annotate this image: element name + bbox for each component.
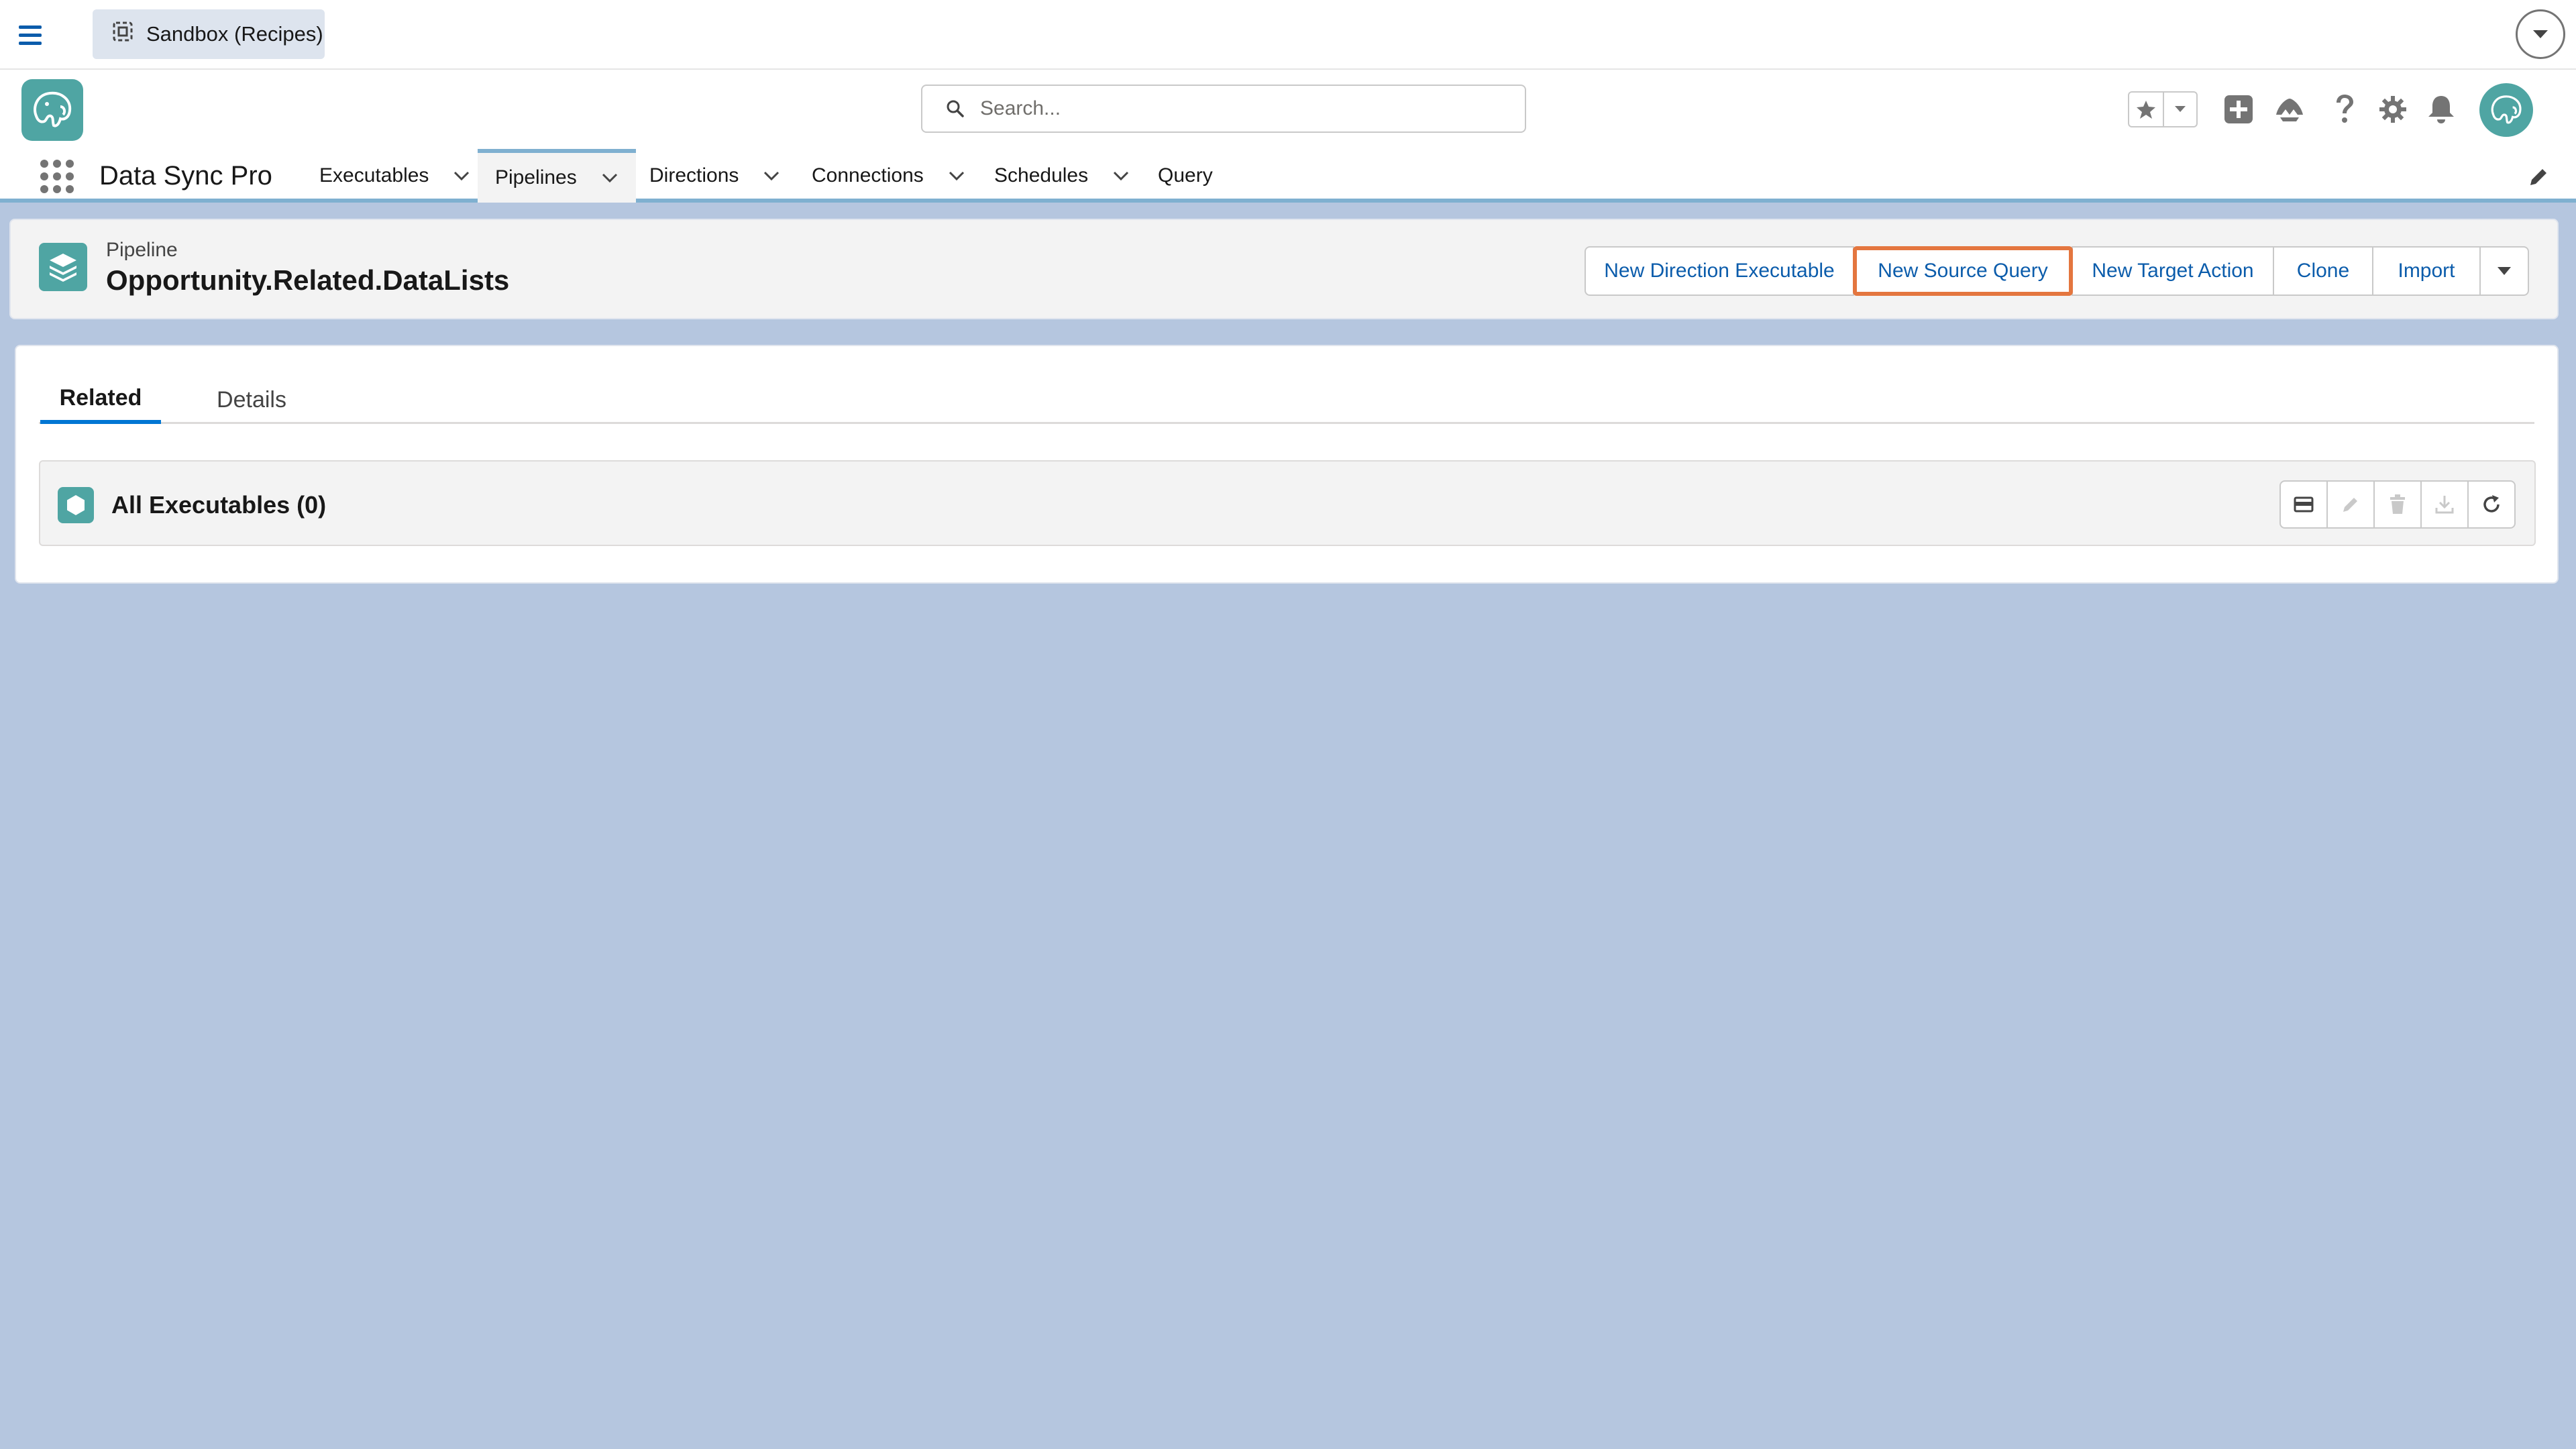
help-icon[interactable] — [2326, 91, 2363, 127]
nav-item-label: Executables — [319, 164, 429, 186]
new-target-action-button[interactable]: New Target Action — [2072, 246, 2274, 296]
search-input[interactable] — [979, 97, 1502, 121]
refresh-icon[interactable] — [2467, 480, 2516, 529]
favorites-dropdown-icon[interactable] — [2163, 93, 2196, 126]
nav-item-label: Query — [1158, 164, 1213, 186]
nav-item-label: Schedules — [994, 164, 1089, 186]
hexagon-icon — [58, 487, 94, 523]
nav-item-executables[interactable]: Executables — [302, 149, 488, 203]
nav-item-pipelines[interactable]: Pipelines — [478, 149, 636, 203]
nav-item-label: Directions — [649, 164, 739, 186]
sandbox-icon — [111, 20, 134, 48]
setup-gear-icon[interactable] — [2375, 91, 2411, 127]
related-list-card — [39, 460, 2536, 546]
edit-nav-pencil-icon[interactable] — [2525, 164, 2552, 191]
app-name: Data Sync Pro — [99, 161, 272, 191]
display-as-table-icon[interactable] — [2279, 480, 2328, 529]
chevron-down-icon[interactable] — [1112, 167, 1130, 184]
elephant-avatar-icon — [2491, 95, 2522, 124]
chevron-down-icon[interactable] — [763, 167, 780, 184]
sandbox-label: Sandbox (Recipes) — [146, 22, 323, 46]
chevron-down-icon[interactable] — [453, 167, 470, 184]
nav-item-query[interactable]: Query — [1140, 149, 1230, 203]
chevron-down-icon[interactable] — [601, 169, 619, 186]
tab-details[interactable]: Details — [201, 376, 302, 424]
import-button[interactable]: Import — [2372, 246, 2481, 296]
nav-item-schedules[interactable]: Schedules — [977, 149, 1147, 203]
elephant-logo-icon — [34, 91, 72, 127]
pipeline-layers-icon — [39, 243, 87, 291]
hamburger-menu-icon[interactable] — [19, 20, 48, 50]
search-icon — [947, 100, 964, 117]
notifications-bell-icon[interactable] — [2423, 91, 2459, 127]
record-action-buttons: New Direction Executable New Source Quer… — [1585, 246, 2529, 296]
favorites-group — [2128, 91, 2198, 127]
nav-item-label: Connections — [812, 164, 924, 186]
record-title: Opportunity.Related.DataLists — [106, 264, 510, 296]
record-object-label: Pipeline — [106, 239, 178, 261]
app-launcher-icon[interactable] — [38, 157, 74, 193]
chevron-down-icon[interactable] — [2516, 9, 2565, 59]
nav-item-label: Pipelines — [495, 166, 577, 189]
global-search[interactable] — [921, 85, 1526, 133]
more-actions-button[interactable] — [2479, 246, 2529, 296]
global-actions-plus-icon[interactable] — [2220, 91, 2257, 127]
download-icon[interactable] — [2420, 480, 2469, 529]
trailhead-icon[interactable] — [2271, 91, 2308, 127]
tab-strip — [39, 376, 2534, 424]
chevron-down-icon[interactable] — [948, 167, 965, 184]
sandbox-bar — [0, 0, 2576, 70]
nav-item-directions[interactable]: Directions — [632, 149, 798, 203]
nav-item-connections[interactable]: Connections — [794, 149, 983, 203]
sandbox-indicator[interactable]: Sandbox (Recipes) — [93, 9, 325, 59]
related-list-actions — [2279, 480, 2516, 529]
clone-button[interactable]: Clone — [2273, 246, 2373, 296]
app-logo[interactable] — [21, 79, 83, 141]
edit-pencil-icon[interactable] — [2326, 480, 2375, 529]
new-source-query-button[interactable]: New Source Query — [1853, 246, 2073, 296]
star-icon[interactable] — [2129, 93, 2163, 126]
tab-related[interactable]: Related — [40, 376, 161, 424]
related-list-title[interactable]: All Executables (0) — [111, 491, 326, 519]
delete-trash-icon[interactable] — [2373, 480, 2422, 529]
chevron-down-icon — [2498, 267, 2511, 275]
new-direction-executable-button[interactable]: New Direction Executable — [1585, 246, 1854, 296]
user-avatar[interactable] — [2479, 83, 2533, 137]
